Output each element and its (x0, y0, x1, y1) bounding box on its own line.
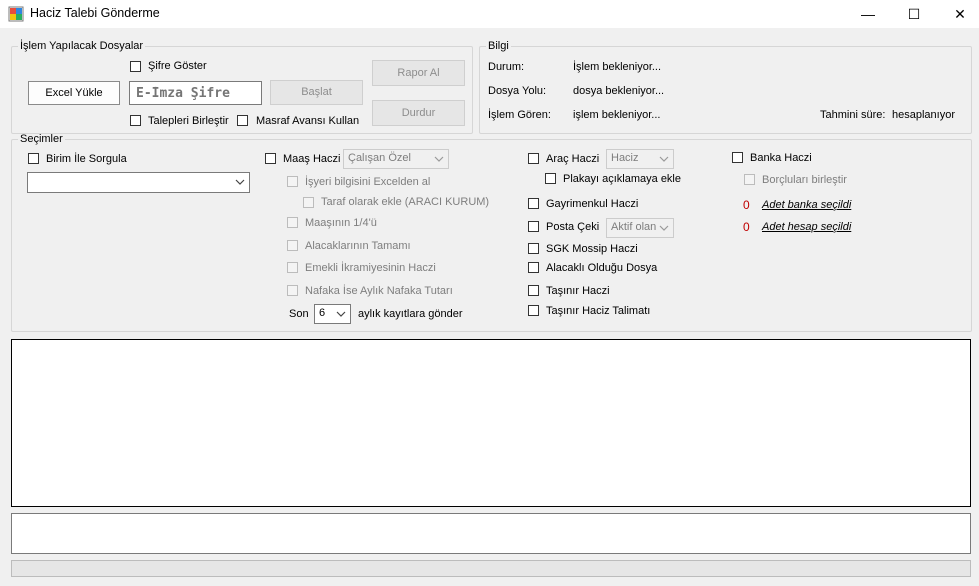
info-group-legend: Bilgi (488, 40, 509, 52)
stop-button[interactable]: Durdur (372, 100, 465, 126)
progress-bar (11, 560, 971, 577)
employer-excel-label: İşyeri bilgisini Excelden al (305, 176, 431, 188)
file-path-label: Dosya Yolu: (488, 85, 547, 97)
months-value: 6 (319, 307, 326, 319)
password-input[interactable] (129, 81, 262, 105)
employer-excel-checkbox[interactable] (287, 176, 298, 187)
start-button[interactable]: Başlat (270, 80, 363, 105)
show-password-checkbox[interactable] (130, 61, 141, 72)
merge-requests-checkbox[interactable] (130, 115, 141, 126)
file-path-value: dosya bekleniyor... (573, 85, 665, 97)
salary-seizure-label: Maaş Haczi (283, 153, 341, 165)
movable-seizure-label: Taşınır Haczi (546, 285, 610, 297)
salary-quarter-label: Maaşının 1/4'ü (305, 217, 377, 229)
alimony-label: Nafaka İse Aylık Nafaka Tutarı (305, 285, 453, 297)
vehicle-type-value: Haciz (611, 152, 639, 164)
chevron-down-icon (235, 173, 245, 195)
chevron-down-icon (336, 305, 346, 326)
postal-check-combobox[interactable]: Aktif olan (606, 218, 674, 238)
full-receivables-checkbox[interactable] (287, 240, 298, 251)
excel-upload-button[interactable]: Excel Yükle (28, 81, 120, 105)
merge-debtors-checkbox[interactable] (744, 174, 755, 185)
salary-type-combobox[interactable]: Çalışan Özel (343, 149, 449, 169)
expense-advance-label: Masraf Avansı Kullan (256, 115, 360, 127)
eta-label: Tahmini süre: (820, 109, 886, 121)
months-combobox[interactable]: 6 (314, 304, 351, 324)
maximize-button[interactable]: ☐ (891, 0, 937, 28)
retirement-bonus-checkbox[interactable] (287, 262, 298, 273)
salary-seizure-checkbox[interactable] (265, 153, 276, 164)
unit-query-label: Birim İle Sorgula (46, 153, 127, 165)
movable-instruction-label: Taşınır Haciz Talimatı (546, 305, 651, 317)
processed-label: İşlem Gören: (488, 109, 551, 121)
minimize-button[interactable]: — (845, 0, 891, 28)
chevron-down-icon (659, 219, 669, 240)
postal-check-value: Aktif olan (611, 221, 657, 233)
real-estate-label: Gayrimenkul Haczi (546, 198, 639, 210)
vehicle-seizure-label: Araç Haczi (546, 153, 600, 165)
creditor-file-label: Alacaklı Olduğu Dosya (546, 262, 658, 274)
status-value: İşlem bekleniyor... (573, 61, 662, 73)
processed-value: işlem bekleniyor... (573, 109, 661, 121)
account-count: 0 (743, 220, 750, 234)
window-title: Haciz Talebi Gönderme (30, 6, 160, 20)
last-label: Son (289, 308, 309, 320)
unit-combobox[interactable] (27, 172, 250, 193)
chevron-down-icon (659, 150, 669, 171)
bank-seizure-checkbox[interactable] (732, 152, 743, 163)
report-button[interactable]: Rapor Al (372, 60, 465, 86)
log-textbox[interactable] (11, 339, 971, 507)
expense-advance-checkbox[interactable] (237, 115, 248, 126)
unit-query-checkbox[interactable] (28, 153, 39, 164)
status-label: Durum: (488, 61, 525, 73)
status-textbox[interactable] (11, 513, 971, 554)
bank-count: 0 (743, 198, 750, 212)
alimony-checkbox[interactable] (287, 285, 298, 296)
files-group-legend: İşlem Yapılacak Dosyalar (20, 40, 144, 52)
options-group-legend: Seçimler (20, 133, 63, 145)
bank-selected-link[interactable]: Adet banka seçildi (762, 199, 851, 211)
retirement-bonus-label: Emekli İkramiyesinin Haczi (305, 262, 436, 274)
postal-check-label: Posta Çeki (546, 221, 600, 233)
merge-debtors-label: Borçluları birleştir (762, 174, 847, 186)
plate-note-checkbox[interactable] (545, 173, 556, 184)
plate-note-label: Plakayı açıklamaya ekle (563, 173, 681, 185)
add-party-checkbox[interactable] (303, 197, 314, 208)
real-estate-checkbox[interactable] (528, 198, 539, 209)
movable-seizure-checkbox[interactable] (528, 285, 539, 296)
vehicle-type-combobox[interactable]: Haciz (606, 149, 674, 169)
months-suffix-label: aylık kayıtlara gönder (358, 308, 463, 320)
app-icon (8, 6, 24, 22)
sgk-checkbox[interactable] (528, 243, 539, 254)
postal-check-checkbox[interactable] (528, 221, 539, 232)
vehicle-seizure-checkbox[interactable] (528, 153, 539, 164)
sgk-label: SGK Mossip Haczi (546, 243, 638, 255)
show-password-label: Şifre Göster (148, 60, 207, 72)
movable-instruction-checkbox[interactable] (528, 305, 539, 316)
close-button[interactable]: ✕ (937, 0, 979, 28)
merge-requests-label: Talepleri Birleştir (148, 115, 229, 127)
bank-seizure-label: Banka Haczi (750, 152, 812, 164)
creditor-file-checkbox[interactable] (528, 262, 539, 273)
salary-quarter-checkbox[interactable] (287, 217, 298, 228)
chevron-down-icon (434, 150, 444, 171)
add-party-label: Taraf olarak ekle (ARACI KURUM) (321, 196, 490, 208)
eta-value: hesaplanıyor (892, 109, 955, 121)
full-receivables-label: Alacaklarının Tamamı (305, 240, 411, 252)
account-selected-link[interactable]: Adet hesap seçildi (762, 221, 851, 233)
salary-type-value: Çalışan Özel (348, 152, 411, 164)
